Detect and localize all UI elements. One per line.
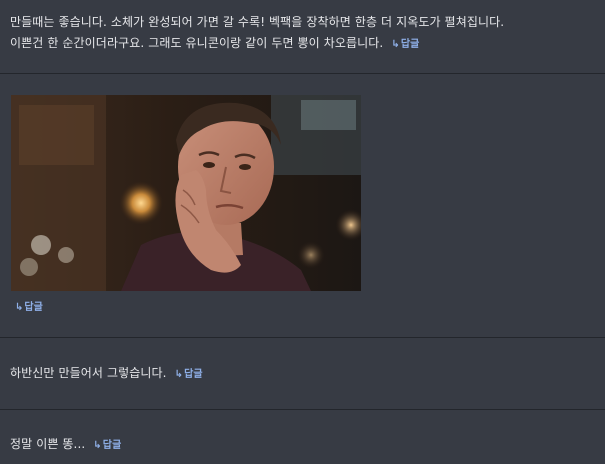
comment-3-text: 하반신만 만들어서 그렇습니다. [10,366,167,380]
reply-arrow-icon: ↳ [391,39,400,50]
comment-1: 만들때는 좋습니다. 소체가 완성되어 가면 갈 수록! 벡팩을 장착하면 한층… [0,12,605,55]
comment-1-line-1: 만들때는 좋습니다. 소체가 완성되어 가면 갈 수록! 벡팩을 장착하면 한층… [10,15,505,29]
comment-divider [0,409,605,410]
comment-2-reply-row: ↳답글 [0,298,605,313]
gif-image-icon [11,95,361,291]
comment-4-text-wrap: 정말 이쁜 똥... ↳답글 [10,434,595,456]
reply-arrow-icon: ↳ [15,302,24,313]
reply-link-1[interactable]: ↳답글 [391,39,419,50]
reply-label: 답글 [184,369,203,380]
reply-link-3[interactable]: ↳답글 [175,369,203,380]
comment-4-text: 정말 이쁜 똥... [10,437,86,451]
reply-label: 답글 [24,302,43,313]
reply-arrow-icon: ↳ [174,369,184,380]
comment-3-text-wrap: 하반신만 만들어서 그렇습니다. ↳답글 [10,363,595,385]
comment-3: 하반신만 만들어서 그렇습니다. ↳답글 [0,363,605,385]
reply-label: 답글 [400,39,420,50]
reply-label: 답글 [102,440,122,451]
reply-arrow-icon: ↳ [93,440,102,451]
reply-link-2[interactable]: ↳답글 [15,302,43,313]
comment-divider [0,73,605,74]
comment-divider [0,337,605,338]
comment-2-gif-image[interactable] [11,95,361,291]
reply-link-4[interactable]: ↳답글 [93,440,121,451]
comment-4: 정말 이쁜 똥... ↳답글 [0,434,605,456]
comment-1-line-2-wrap: 이쁜건 한 순간이더라구요. 그래도 유니콘이랑 같이 두면 뽕이 차오릅니다.… [10,33,595,55]
comment-1-line-2: 이쁜건 한 순간이더라구요. 그래도 유니콘이랑 같이 두면 뽕이 차오릅니다. [10,36,384,50]
